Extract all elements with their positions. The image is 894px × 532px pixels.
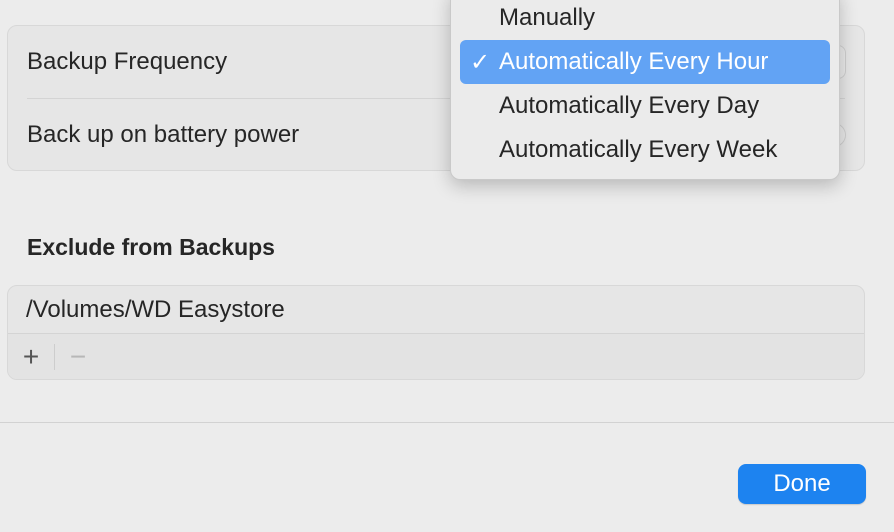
done-button[interactable]: Done [738, 464, 866, 504]
add-exclusion-button[interactable]: + [8, 334, 54, 379]
footer-divider [0, 422, 894, 423]
checkmark-icon: ✓ [470, 49, 491, 76]
menu-item-label: Automatically Every Day [499, 92, 760, 119]
menu-item-label: Automatically Every Hour [499, 48, 769, 75]
menu-item-every-day[interactable]: Automatically Every Day [460, 84, 830, 128]
exclude-list: /Volumes/WD Easystore + − [7, 285, 865, 380]
backup-frequency-label: Backup Frequency [27, 48, 228, 75]
menu-item-label: Manually [499, 4, 596, 31]
battery-power-label: Back up on battery power [27, 121, 300, 148]
menu-item-every-hour[interactable]: ✓ Automatically Every Hour [460, 40, 830, 84]
exclude-list-toolbar: + − [8, 334, 864, 379]
minus-icon: − [69, 341, 87, 372]
menu-item-every-week[interactable]: Automatically Every Week [460, 128, 830, 172]
exclude-section-title: Exclude from Backups [27, 234, 275, 260]
plus-icon: + [22, 341, 40, 372]
remove-exclusion-button[interactable]: − [55, 334, 101, 379]
menu-item-manually[interactable]: Manually [460, 0, 830, 40]
menu-item-label: Automatically Every Week [499, 136, 778, 163]
time-machine-options-sheet: Backup Frequency Back up on battery powe… [0, 0, 894, 532]
exclude-list-item[interactable]: /Volumes/WD Easystore [8, 286, 864, 334]
backup-frequency-menu: Manually ✓ Automatically Every Hour Auto… [450, 0, 840, 180]
